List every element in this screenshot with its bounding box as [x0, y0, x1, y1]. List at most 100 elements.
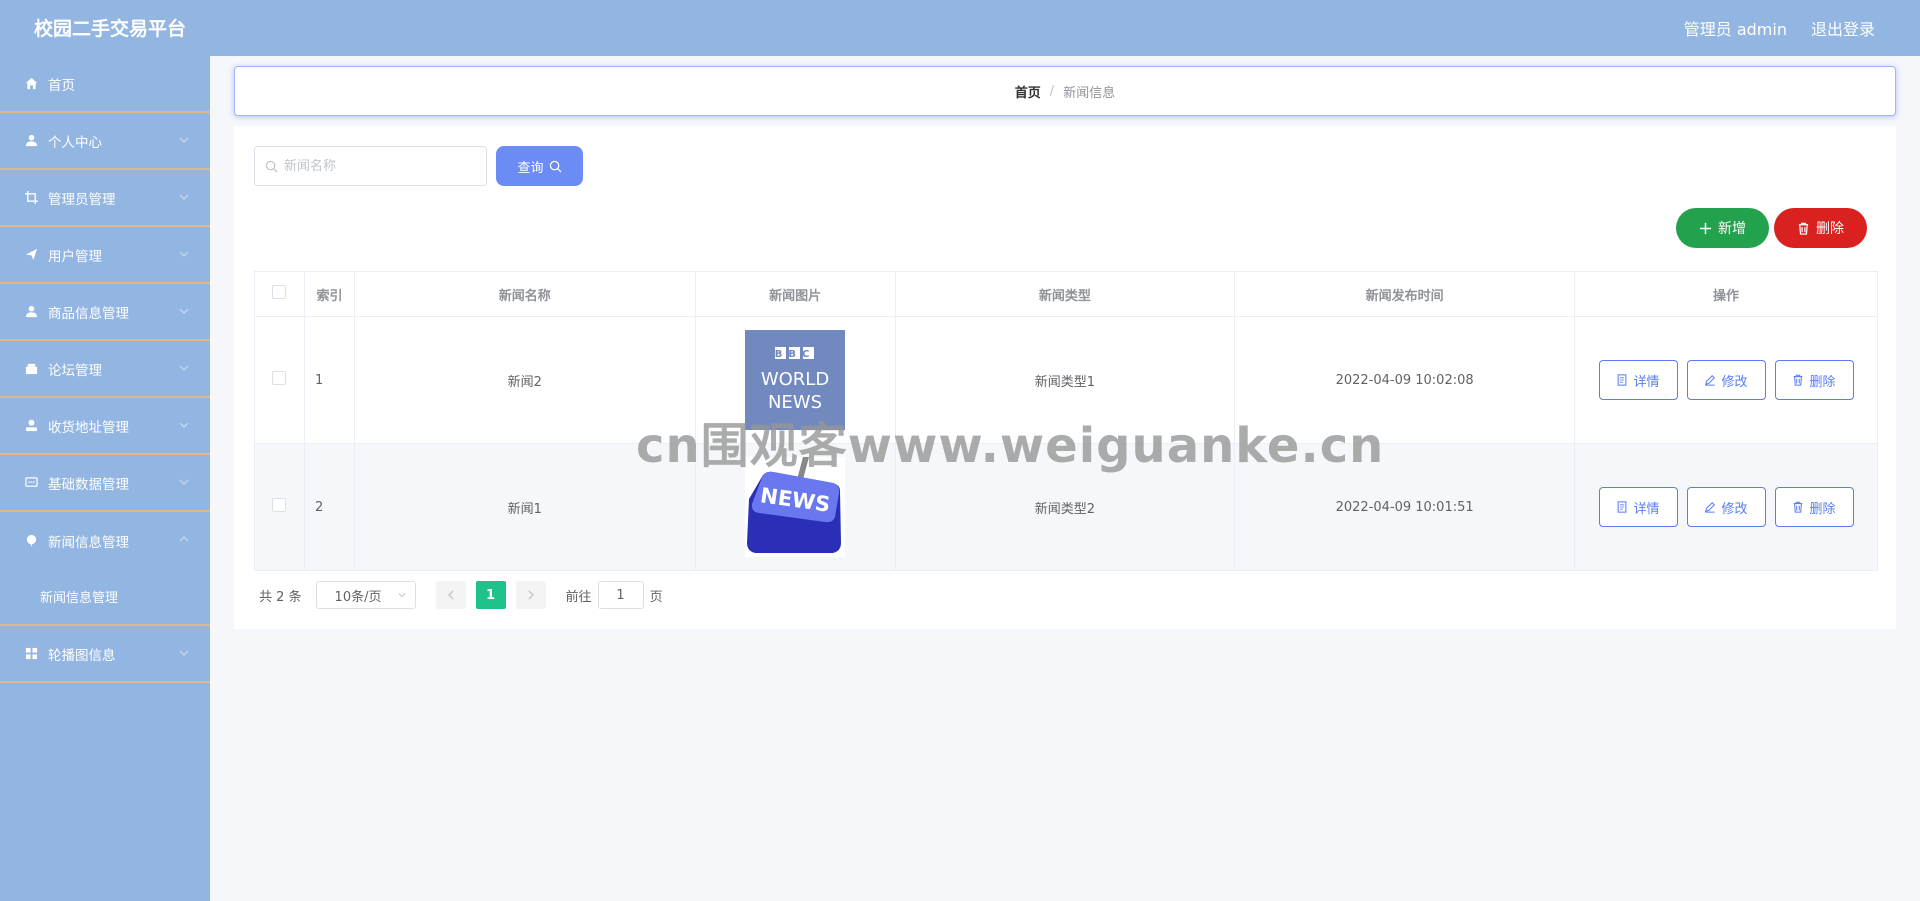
- sidebar: 首页 个人中心 管理员管理 用户管理 商品信息管理 论坛管理 收货地址管理 基础…: [0, 56, 210, 901]
- batch-delete-button-label: 删除: [1816, 221, 1844, 237]
- detail-button-label: 详情: [1633, 501, 1660, 517]
- news-table: 索引 新闻名称 新闻图片 新闻类型 新闻发布时间 操作 1 新闻2 BBC WO…: [254, 271, 1878, 571]
- row-checkbox[interactable]: [272, 498, 287, 512]
- chevron-down-icon: [179, 650, 189, 656]
- row-news-name: 新闻1: [353, 443, 696, 571]
- row-index: 2: [303, 443, 355, 571]
- current-user-label[interactable]: 管理员 admin: [1684, 16, 1787, 40]
- sidebar-item-label: 新闻信息管理: [48, 534, 129, 551]
- edit-button[interactable]: 修改: [1686, 360, 1766, 400]
- select-all-checkbox[interactable]: [272, 285, 287, 299]
- row-news-time: 2022-04-09 10:01:51: [1234, 443, 1575, 571]
- chevron-down-icon: [398, 593, 406, 598]
- edit-icon: [1705, 501, 1716, 513]
- main-content: 查询 新增 删除 索引 新闻名称 新闻图片 新闻类型 新闻发布时间 操作: [234, 126, 1896, 629]
- row-news-image-cell: NEWS: [694, 443, 896, 571]
- user-icon: [24, 134, 38, 148]
- sidebar-item-goods[interactable]: 商品信息管理: [0, 284, 210, 341]
- search-button[interactable]: 查询: [496, 146, 583, 186]
- search-input[interactable]: [284, 158, 474, 174]
- sidebar-item-carousel[interactable]: 轮播图信息: [0, 626, 210, 683]
- detail-button[interactable]: 详情: [1598, 487, 1678, 527]
- breadcrumb: 首页 / 新闻信息: [234, 66, 1896, 116]
- sidebar-item-admin[interactable]: 管理员管理: [0, 170, 210, 227]
- add-button-label: 新增: [1718, 221, 1746, 237]
- chevron-left-icon: [447, 590, 454, 600]
- delete-button[interactable]: 删除: [1774, 487, 1854, 527]
- edit-button[interactable]: 修改: [1686, 487, 1766, 527]
- column-header-index: 索引: [303, 271, 355, 317]
- sidebar-item-label: 收货地址管理: [48, 419, 129, 436]
- row-actions-cell: 详情 修改 删除: [1574, 316, 1878, 444]
- sidebar-item-label: 首页: [48, 77, 75, 94]
- detail-button[interactable]: 详情: [1598, 360, 1678, 400]
- grid-icon: [24, 647, 38, 661]
- user-icon: [24, 305, 38, 319]
- sidebar-item-users[interactable]: 用户管理: [0, 227, 210, 284]
- detail-button-label: 详情: [1633, 374, 1660, 390]
- sidebar-item-base-data[interactable]: 基础数据管理: [0, 455, 210, 512]
- edit-button-label: 修改: [1721, 501, 1748, 517]
- sidebar-item-label: 商品信息管理: [48, 305, 129, 322]
- goto-suffix: 页: [649, 589, 663, 605]
- chevron-down-icon: [179, 194, 189, 200]
- goto-page-input[interactable]: [597, 581, 644, 609]
- pagination-total: 共 2 条: [259, 589, 302, 605]
- column-header-image: 新闻图片: [694, 271, 896, 317]
- column-header-time: 新闻发布时间: [1234, 271, 1575, 317]
- search-icon: [265, 160, 278, 172]
- page-number-current[interactable]: 1: [475, 581, 506, 609]
- column-header-actions: 操作: [1574, 271, 1878, 317]
- home-icon: [24, 77, 38, 91]
- crop-icon: [24, 191, 38, 205]
- page-size-select[interactable]: 10条/页: [315, 581, 416, 609]
- trash-icon: [1794, 501, 1803, 513]
- table-row: 1 新闻2 BBC WORLD NEWS 新闻类型1 2022-04-09 10…: [254, 316, 1878, 444]
- plus-icon: [1699, 222, 1712, 234]
- page-size-value: 10条/页: [334, 589, 382, 605]
- send-icon: [24, 248, 38, 262]
- sidebar-item-label: 论坛管理: [48, 362, 102, 379]
- trash-icon: [1794, 374, 1803, 386]
- prev-page-button[interactable]: [435, 581, 466, 609]
- news-image-news-key[interactable]: NEWS: [745, 457, 846, 557]
- sidebar-item-profile[interactable]: 个人中心: [0, 113, 210, 170]
- delete-button[interactable]: 删除: [1774, 360, 1854, 400]
- search-field[interactable]: [254, 146, 487, 186]
- column-header-name: 新闻名称: [353, 271, 696, 317]
- add-button[interactable]: 新增: [1676, 208, 1769, 248]
- breadcrumb-separator: /: [1049, 83, 1055, 99]
- next-page-button[interactable]: [515, 581, 546, 609]
- top-bar: 校园二手交易平台 管理员 admin 退出登录: [0, 0, 1920, 56]
- batch-delete-button[interactable]: 删除: [1774, 208, 1867, 248]
- logout-link[interactable]: 退出登录: [1811, 16, 1875, 40]
- edit-button-label: 修改: [1721, 374, 1748, 390]
- sidebar-item-forum[interactable]: 论坛管理: [0, 341, 210, 398]
- row-news-time: 2022-04-09 10:02:08: [1234, 316, 1575, 444]
- document-icon: [1618, 501, 1627, 513]
- sidebar-item-label: 管理员管理: [48, 191, 116, 208]
- sidebar-subitem-news-manage[interactable]: 新闻信息管理: [0, 569, 210, 626]
- trash-icon: [1798, 222, 1809, 235]
- row-news-type: 新闻类型1: [894, 316, 1236, 444]
- breadcrumb-home[interactable]: 首页: [1015, 82, 1041, 101]
- row-news-image-cell: BBC WORLD NEWS: [694, 316, 896, 444]
- row-select-cell: [254, 443, 305, 571]
- sidebar-item-label: 个人中心: [48, 134, 102, 151]
- sidebar-item-home[interactable]: 首页: [0, 56, 210, 113]
- table-row: 2 新闻1 NEWS 新闻类型2 2022-04-09 10:01:51 详情 …: [254, 443, 1878, 571]
- goto-page: 前往 页: [566, 581, 663, 609]
- goto-prefix: 前往: [565, 589, 592, 605]
- chevron-down-icon: [179, 137, 189, 143]
- news-image-bbc-world-news[interactable]: BBC WORLD NEWS: [745, 330, 846, 430]
- chevron-down-icon: [179, 365, 189, 371]
- edit-icon: [1705, 374, 1716, 386]
- column-header-type: 新闻类型: [894, 271, 1236, 317]
- sidebar-item-label: 基础数据管理: [48, 476, 129, 493]
- sidebar-item-address[interactable]: 收货地址管理: [0, 398, 210, 455]
- sidebar-item-label: 轮播图信息: [48, 647, 116, 664]
- sidebar-item-news[interactable]: 新闻信息管理: [0, 512, 210, 569]
- row-checkbox[interactable]: [272, 371, 287, 385]
- sidebar-item-label: 用户管理: [48, 248, 102, 265]
- row-news-type: 新闻类型2: [894, 443, 1236, 571]
